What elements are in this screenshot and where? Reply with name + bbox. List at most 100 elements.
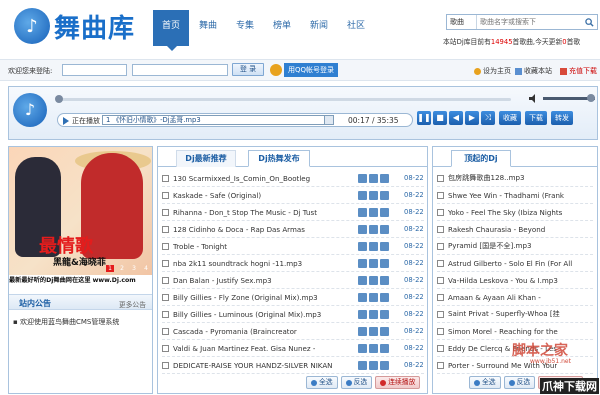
song-row[interactable]: Pyramid [国是不全].mp3	[437, 238, 593, 255]
add-icon[interactable]	[369, 309, 378, 319]
select-all-button[interactable]: 全选	[469, 376, 501, 389]
volume-knob[interactable]	[587, 94, 595, 102]
song-checkbox[interactable]	[162, 225, 169, 233]
tab-latest[interactable]: Dj最新推荐	[176, 150, 236, 167]
song-title[interactable]: Billy Gillies - Luminous (Original Mix).…	[173, 310, 321, 319]
play-icon[interactable]	[358, 360, 367, 370]
song-checkbox[interactable]	[437, 191, 444, 199]
download-button[interactable]: 下载	[525, 111, 547, 125]
banner-page[interactable]: 4	[142, 265, 150, 272]
song-title[interactable]: Kaskade - Safe (Original)	[173, 191, 261, 200]
song-title[interactable]: Cascada - Pyromania (Braincreator	[173, 327, 297, 336]
shuffle-button[interactable]: ⤨	[481, 111, 495, 125]
song-checkbox[interactable]	[162, 259, 169, 267]
play-icon[interactable]	[358, 292, 367, 302]
song-row[interactable]: DEDICATE-RAISE YOUR HANDZ-SILVER NIKAN 08…	[162, 357, 424, 374]
notice-more-link[interactable]: 更多公告	[119, 299, 146, 309]
nav-home[interactable]: 首页	[153, 10, 189, 51]
song-checkbox[interactable]	[437, 174, 444, 182]
play-icon[interactable]	[358, 275, 367, 285]
song-row[interactable]: Dan Balan - Justify Sex.mp3 08-22	[162, 272, 424, 289]
song-row[interactable]: Kaskade - Safe (Original) 08-22	[162, 187, 424, 204]
song-row[interactable]: Troble - Tonight 08-22	[162, 238, 424, 255]
play-icon[interactable]	[358, 309, 367, 319]
add-icon[interactable]	[369, 241, 378, 251]
song-title[interactable]: Valdi & Juan Martinez Feat. Gisa Nunez -	[173, 344, 315, 353]
search-type-select[interactable]: 歌曲	[447, 15, 477, 29]
download-icon[interactable]	[380, 258, 389, 268]
song-checkbox[interactable]	[437, 225, 444, 233]
download-icon[interactable]	[380, 207, 389, 217]
play-icon[interactable]	[358, 343, 367, 353]
banner-page[interactable]: 2	[118, 265, 126, 272]
song-checkbox[interactable]	[437, 310, 444, 318]
add-icon[interactable]	[369, 190, 378, 200]
song-row[interactable]: Rakesh Chaurasia - Beyond	[437, 221, 593, 238]
song-title[interactable]: Shwe Yee Win - Thadhami (Frank	[448, 191, 564, 200]
add-icon[interactable]	[369, 207, 378, 217]
site-logo[interactable]: ♪ 舞曲库	[14, 8, 135, 44]
song-title[interactable]: Va-Hilda Leskova - You & I.mp3	[448, 276, 558, 285]
song-row[interactable]: Billy Gillies - Fly Zone (Original Mix).…	[162, 289, 424, 306]
recharge-link[interactable]: 充值下载	[560, 66, 597, 76]
song-row[interactable]: Astrud Gilberto - Solo El Fin (For All	[437, 255, 593, 272]
song-title[interactable]: Astrud Gilberto - Solo El Fin (For All	[448, 259, 572, 268]
song-checkbox[interactable]	[162, 174, 169, 182]
nav-album[interactable]: 专集	[227, 10, 263, 46]
song-checkbox[interactable]	[162, 344, 169, 352]
download-icon[interactable]	[380, 241, 389, 251]
stop-button[interactable]: ■	[433, 111, 447, 125]
song-title[interactable]: nba 2k11 soundtrack hogni -11.mp3	[173, 259, 302, 268]
song-checkbox[interactable]	[437, 293, 444, 301]
download-icon[interactable]	[380, 190, 389, 200]
banner-page[interactable]: 1	[106, 265, 114, 272]
download-icon[interactable]	[380, 173, 389, 183]
song-title[interactable]: Yoko - Feel The Sky (Ibiza Nights	[448, 208, 562, 217]
song-row[interactable]: Valdi & Juan Martinez Feat. Gisa Nunez -…	[162, 340, 424, 357]
download-icon[interactable]	[380, 343, 389, 353]
qq-login[interactable]: 用QQ帐号登录	[270, 63, 339, 77]
play-icon[interactable]	[358, 241, 367, 251]
song-checkbox[interactable]	[162, 208, 169, 216]
search-input[interactable]	[477, 15, 581, 29]
song-checkbox[interactable]	[437, 208, 444, 216]
song-row[interactable]: Saint Privat - Superfly-Whoa [挂	[437, 306, 593, 323]
song-row[interactable]: Shwe Yee Win - Thadhami (Frank	[437, 187, 593, 204]
download-icon[interactable]	[380, 275, 389, 285]
username-field[interactable]	[62, 64, 127, 76]
invert-select-button[interactable]: 反选	[503, 376, 536, 389]
set-home-link[interactable]: 设为主页	[474, 66, 511, 76]
play-icon[interactable]	[358, 173, 367, 183]
song-checkbox[interactable]	[162, 293, 169, 301]
song-row[interactable]: 包房跳舞歌曲128..mp3	[437, 170, 593, 187]
song-title[interactable]: DEDICATE-RAISE YOUR HANDZ-SILVER NIKAN	[173, 361, 332, 370]
password-field[interactable]	[132, 64, 228, 76]
download-icon[interactable]	[380, 309, 389, 319]
download-icon[interactable]	[380, 360, 389, 370]
song-checkbox[interactable]	[162, 361, 169, 369]
nav-community[interactable]: 社区	[338, 10, 374, 46]
play-icon[interactable]	[358, 326, 367, 336]
song-checkbox[interactable]	[162, 310, 169, 318]
song-checkbox[interactable]	[437, 259, 444, 267]
add-icon[interactable]	[369, 173, 378, 183]
song-checkbox[interactable]	[162, 242, 169, 250]
song-checkbox[interactable]	[437, 327, 444, 335]
add-icon[interactable]	[369, 275, 378, 285]
tab-hot[interactable]: Dj热舞发布	[248, 150, 310, 167]
nav-news[interactable]: 新闻	[301, 10, 337, 46]
song-checkbox[interactable]	[162, 327, 169, 335]
song-checkbox[interactable]	[437, 344, 444, 352]
login-button[interactable]: 登 录	[232, 63, 264, 76]
pause-button[interactable]: ❚❚	[417, 111, 431, 125]
add-icon[interactable]	[369, 292, 378, 302]
song-row[interactable]: Rihanna - Don_t Stop The Music - Dj Tust…	[162, 204, 424, 221]
share-button[interactable]: 转发	[551, 111, 573, 125]
play-icon[interactable]	[358, 224, 367, 234]
download-icon[interactable]	[380, 292, 389, 302]
add-icon[interactable]	[369, 224, 378, 234]
song-row[interactable]: Simon Morel - Reaching for the	[437, 323, 593, 340]
play-icon[interactable]	[358, 207, 367, 217]
play-all-button[interactable]: 连续播放	[375, 376, 421, 389]
search-button[interactable]	[581, 15, 597, 29]
